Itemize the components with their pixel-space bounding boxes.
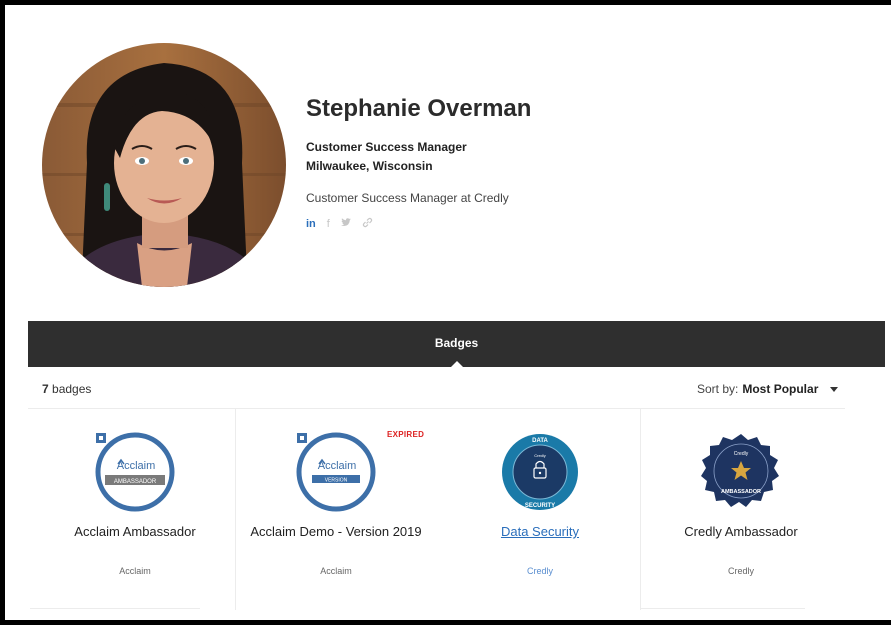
badge-count: 7 badges xyxy=(42,382,92,396)
facebook-icon[interactable]: f xyxy=(327,218,330,230)
svg-text:DATA: DATA xyxy=(532,438,548,444)
svg-text:SECURITY: SECURITY xyxy=(525,503,555,509)
badge-name[interactable]: Credly Ambassador xyxy=(641,522,841,541)
chevron-down-icon xyxy=(830,386,839,392)
svg-text:AMBASSADOR: AMBASSADOR xyxy=(721,489,761,495)
sort-label: Sort by: xyxy=(697,382,739,396)
badge-card[interactable]: Credly AMBASSADOR Credly Ambassador Cred… xyxy=(641,410,841,610)
badge-image: Acclaim AMBASSADOR xyxy=(95,432,175,517)
badge-name-link[interactable]: Data Security xyxy=(440,522,640,541)
svg-text:Credly: Credly xyxy=(534,453,546,458)
badge-issuer: Acclaim xyxy=(119,566,151,576)
badge-name[interactable]: Acclaim Demo - Version 2019 xyxy=(236,522,436,541)
badge-card[interactable]: DATA Credly SECURITY Data Security Credl… xyxy=(440,410,640,610)
tab-badges[interactable]: Badges xyxy=(435,336,478,350)
svg-text:Acclaim: Acclaim xyxy=(318,460,357,472)
linkedin-icon[interactable]: in xyxy=(306,218,316,230)
twitter-icon[interactable] xyxy=(340,218,351,230)
badge-image: Credly AMBASSADOR xyxy=(701,432,781,517)
profile-info: Stephanie Overman Customer Success Manag… xyxy=(306,95,531,231)
profile-avatar xyxy=(42,43,286,287)
link-icon[interactable] xyxy=(362,217,373,231)
active-tab-indicator xyxy=(449,361,464,368)
svg-text:Acclaim: Acclaim xyxy=(117,460,156,472)
badge-card[interactable]: Acclaim AMBASSADOR Acclaim Ambassador Ac… xyxy=(35,410,235,610)
svg-text:VERSION: VERSION xyxy=(325,478,348,484)
badge-issuer: Credly xyxy=(727,566,754,576)
social-links: in f xyxy=(306,217,531,231)
profile-location: Milwaukee, Wisconsin xyxy=(306,159,433,173)
sort-value: Most Popular xyxy=(742,382,819,396)
expired-badge-label: EXPIRED xyxy=(387,430,425,439)
profile-name: Stephanie Overman xyxy=(306,95,532,122)
badge-issuer[interactable]: Credly xyxy=(440,566,640,576)
sort-dropdown[interactable]: Sort by: Most Popular xyxy=(697,382,839,396)
badge-name[interactable]: Acclaim Ambassador xyxy=(35,522,235,541)
grid-divider xyxy=(28,408,845,409)
badge-issuer: Acclaim xyxy=(320,566,352,576)
profile-bio: Customer Success Manager at Credly xyxy=(306,191,509,205)
badge-card[interactable]: EXPIRED Acclaim VERSION Acclaim Demo - V… xyxy=(236,410,436,610)
badge-image: DATA Credly SECURITY xyxy=(500,432,580,517)
badge-image: Acclaim VERSION xyxy=(296,432,376,517)
svg-text:AMBASSADOR: AMBASSADOR xyxy=(114,479,157,485)
profile-title: Customer Success Manager xyxy=(306,140,467,154)
tab-bar: Badges xyxy=(28,321,885,368)
svg-text:Credly: Credly xyxy=(734,451,749,457)
